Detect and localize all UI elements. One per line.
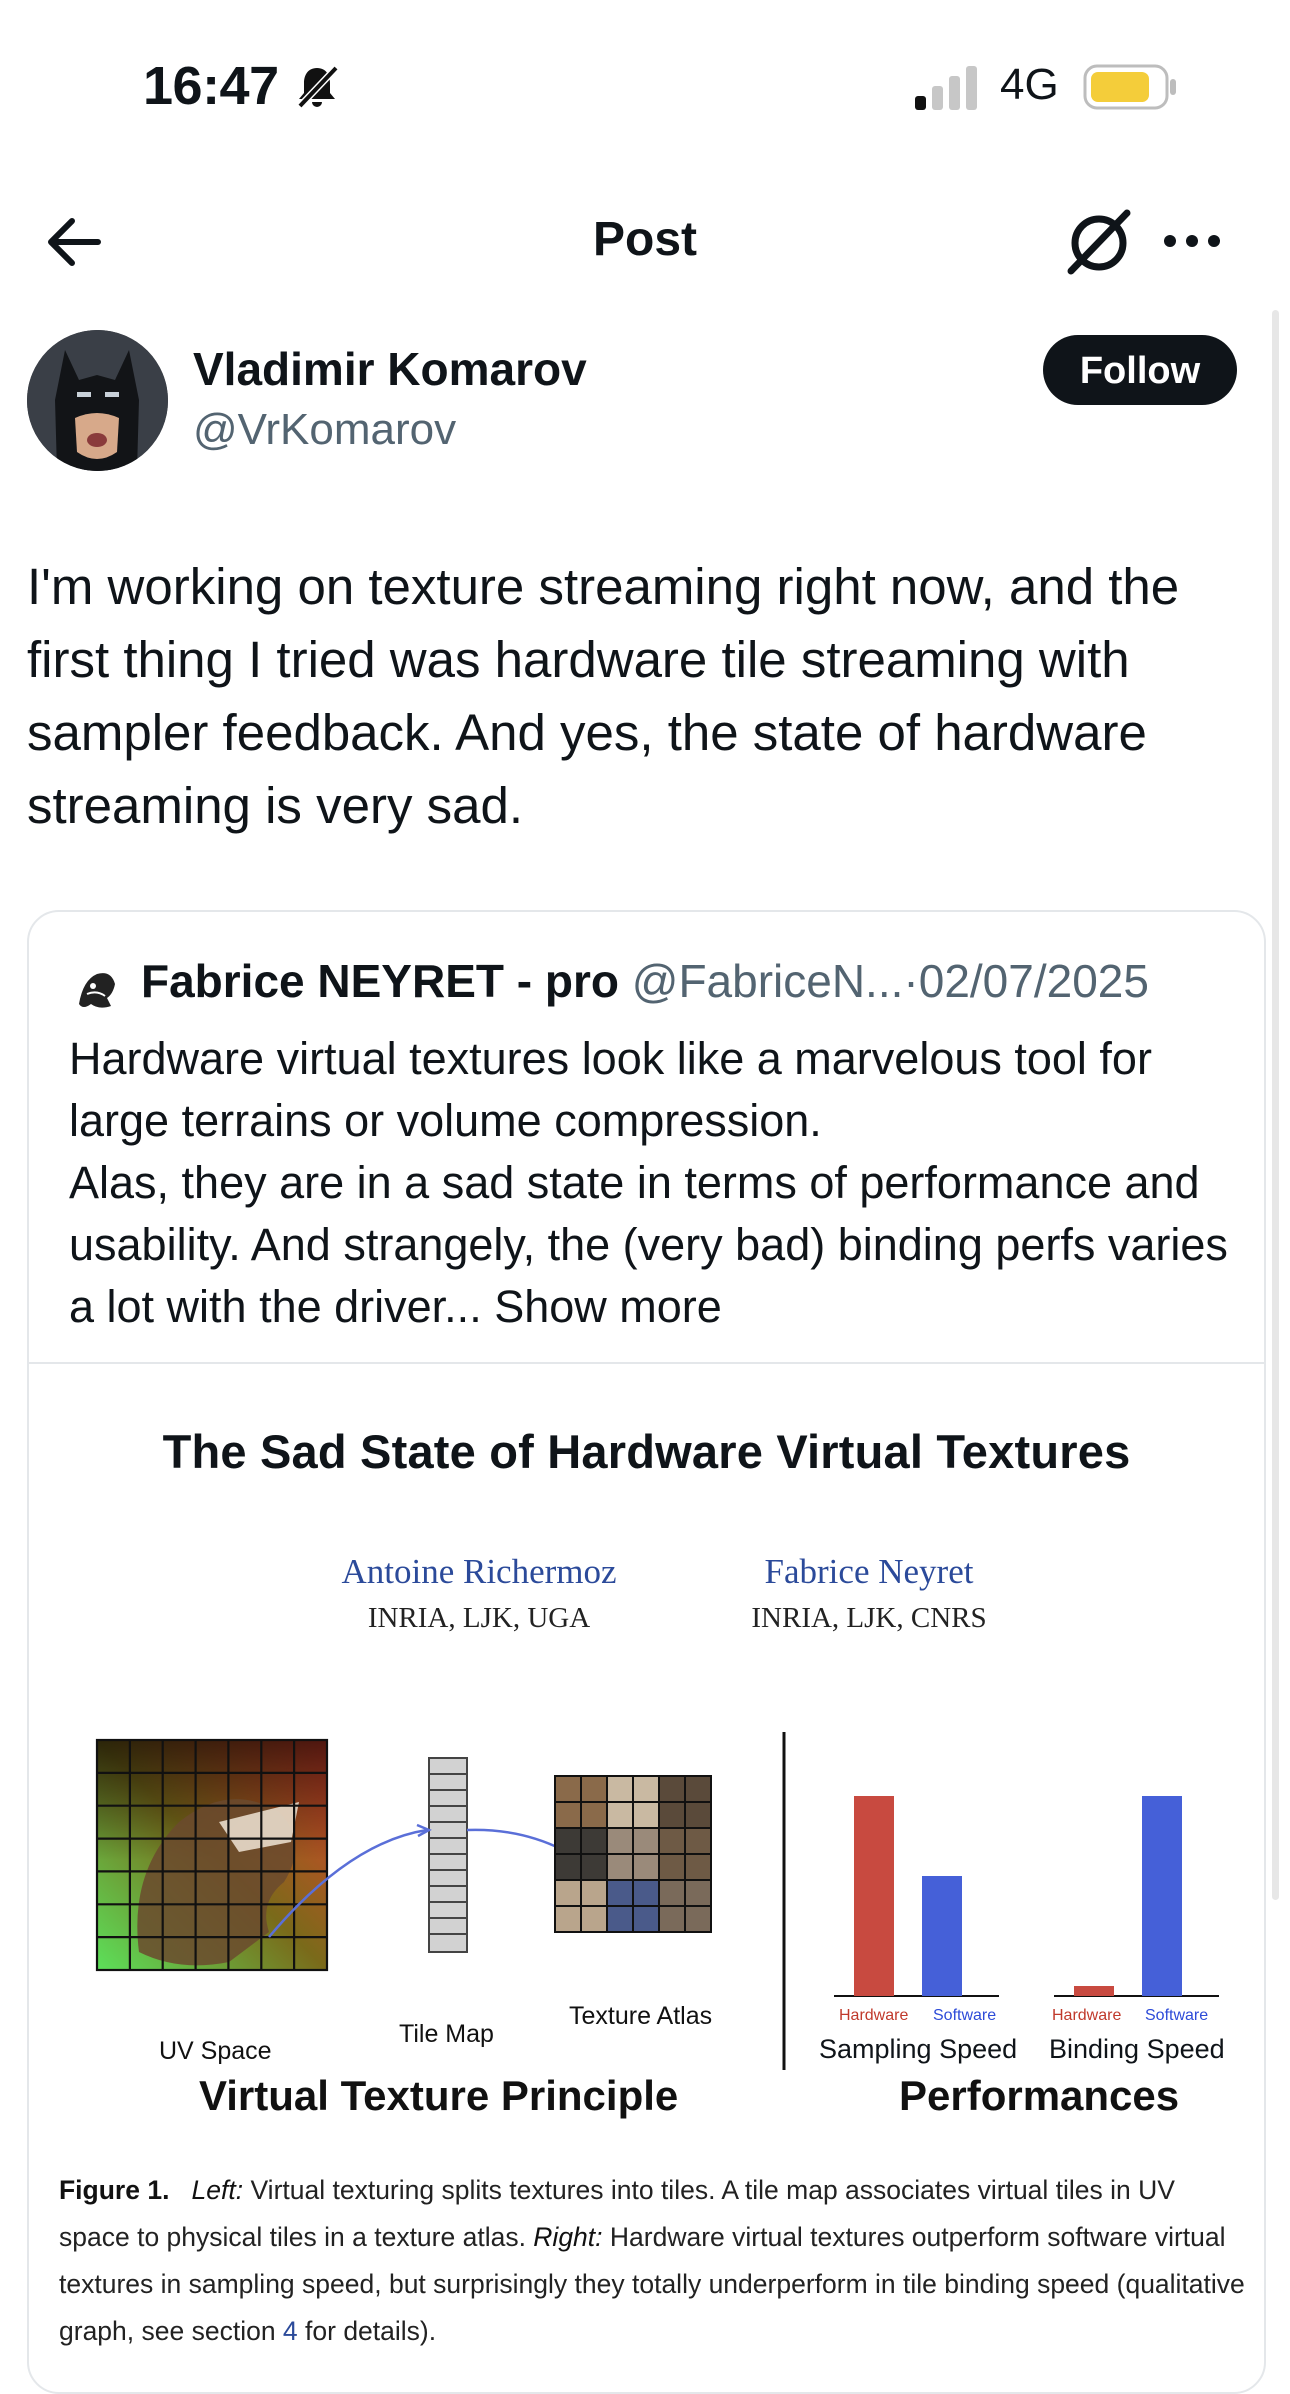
bar-label-hw-1: Hardware [839, 2007, 909, 2024]
author-name[interactable]: Vladimir Komarov [193, 342, 587, 396]
quote-avatar[interactable] [69, 960, 125, 1016]
grok-icon[interactable] [1065, 205, 1133, 277]
avatar[interactable] [27, 330, 168, 471]
divider [29, 1362, 1264, 1364]
battery-icon [1083, 64, 1179, 110]
paper-title: The Sad State of Hardware Virtual Textur… [162, 1425, 1131, 1478]
axis-label-binding: Binding Speed [1049, 2034, 1225, 2064]
follow-button[interactable]: Follow [1043, 335, 1237, 405]
bell-slash-icon [292, 62, 342, 112]
bar-sampling-hardware [854, 1796, 894, 1996]
quote-header: Fabrice NEYRET - pro @FabriceN...·02/07/… [141, 954, 1149, 1008]
show-more-link[interactable]: Show more [494, 1281, 722, 1332]
axis-label-sampling: Sampling Speed [819, 2034, 1018, 2064]
caption-right-label: Right: [533, 2222, 603, 2252]
quoted-post[interactable]: Fabrice NEYRET - pro @FabriceN...·02/07/… [27, 910, 1266, 2394]
caption-section-ref: 4 [282, 2316, 298, 2346]
status-time: 16:47 [143, 56, 279, 116]
performance-bars [834, 1796, 1219, 1997]
quote-date: 02/07/2025 [918, 955, 1149, 1007]
right-panel-title: Performances [899, 2072, 1180, 2119]
texture-atlas [554, 1775, 712, 1933]
tile-map-column [428, 1757, 468, 1953]
author-handle[interactable]: @VrKomarov [193, 405, 456, 455]
network-type: 4G [1000, 60, 1059, 109]
label-tile-map: Tile Map [399, 2020, 494, 2048]
bar-sampling-software [922, 1876, 962, 1996]
paper-author-1: Antoine Richermoz [341, 1552, 617, 1591]
caption-fig-label: Figure 1. [59, 2175, 170, 2205]
label-texture-atlas: Texture Atlas [569, 2002, 713, 2030]
more-icon[interactable] [1160, 225, 1224, 257]
paper-author-2: Fabrice Neyret [764, 1552, 974, 1591]
left-panel-title: Virtual Texture Principle [199, 2072, 679, 2119]
scrollbar[interactable] [1272, 310, 1279, 1900]
figure-caption: Figure 1. Left: Virtual texturing splits… [59, 2167, 1249, 2355]
caption-tail: for details). [297, 2316, 437, 2346]
bar-label-sw-2: Software [1145, 2007, 1209, 2024]
paper-affiliation-2: INRIA, LJK, CNRS [751, 1602, 987, 1634]
quote-author-handle[interactable]: @FabriceN... [632, 955, 904, 1007]
quote-author-name[interactable]: Fabrice NEYRET - pro [141, 955, 619, 1007]
bar-binding-hardware [1074, 1986, 1114, 1996]
paper-affiliation-1: INRIA, LJK, UGA [367, 1602, 591, 1634]
label-uv-space: UV Space [159, 2037, 272, 2065]
quote-separator: · [903, 955, 919, 1007]
signal-icon [913, 64, 983, 110]
caption-left-label: Left: [191, 2175, 244, 2205]
bar-label-sw-1: Software [933, 2007, 997, 2024]
bar-label-hw-2: Hardware [1052, 2007, 1122, 2024]
post-text: I'm working on texture streaming right n… [27, 558, 1180, 834]
bar-binding-software [1142, 1796, 1182, 1996]
quote-text: Hardware virtual textures look like a ma… [69, 1028, 1229, 1338]
uv-space-grid [95, 1738, 329, 1972]
